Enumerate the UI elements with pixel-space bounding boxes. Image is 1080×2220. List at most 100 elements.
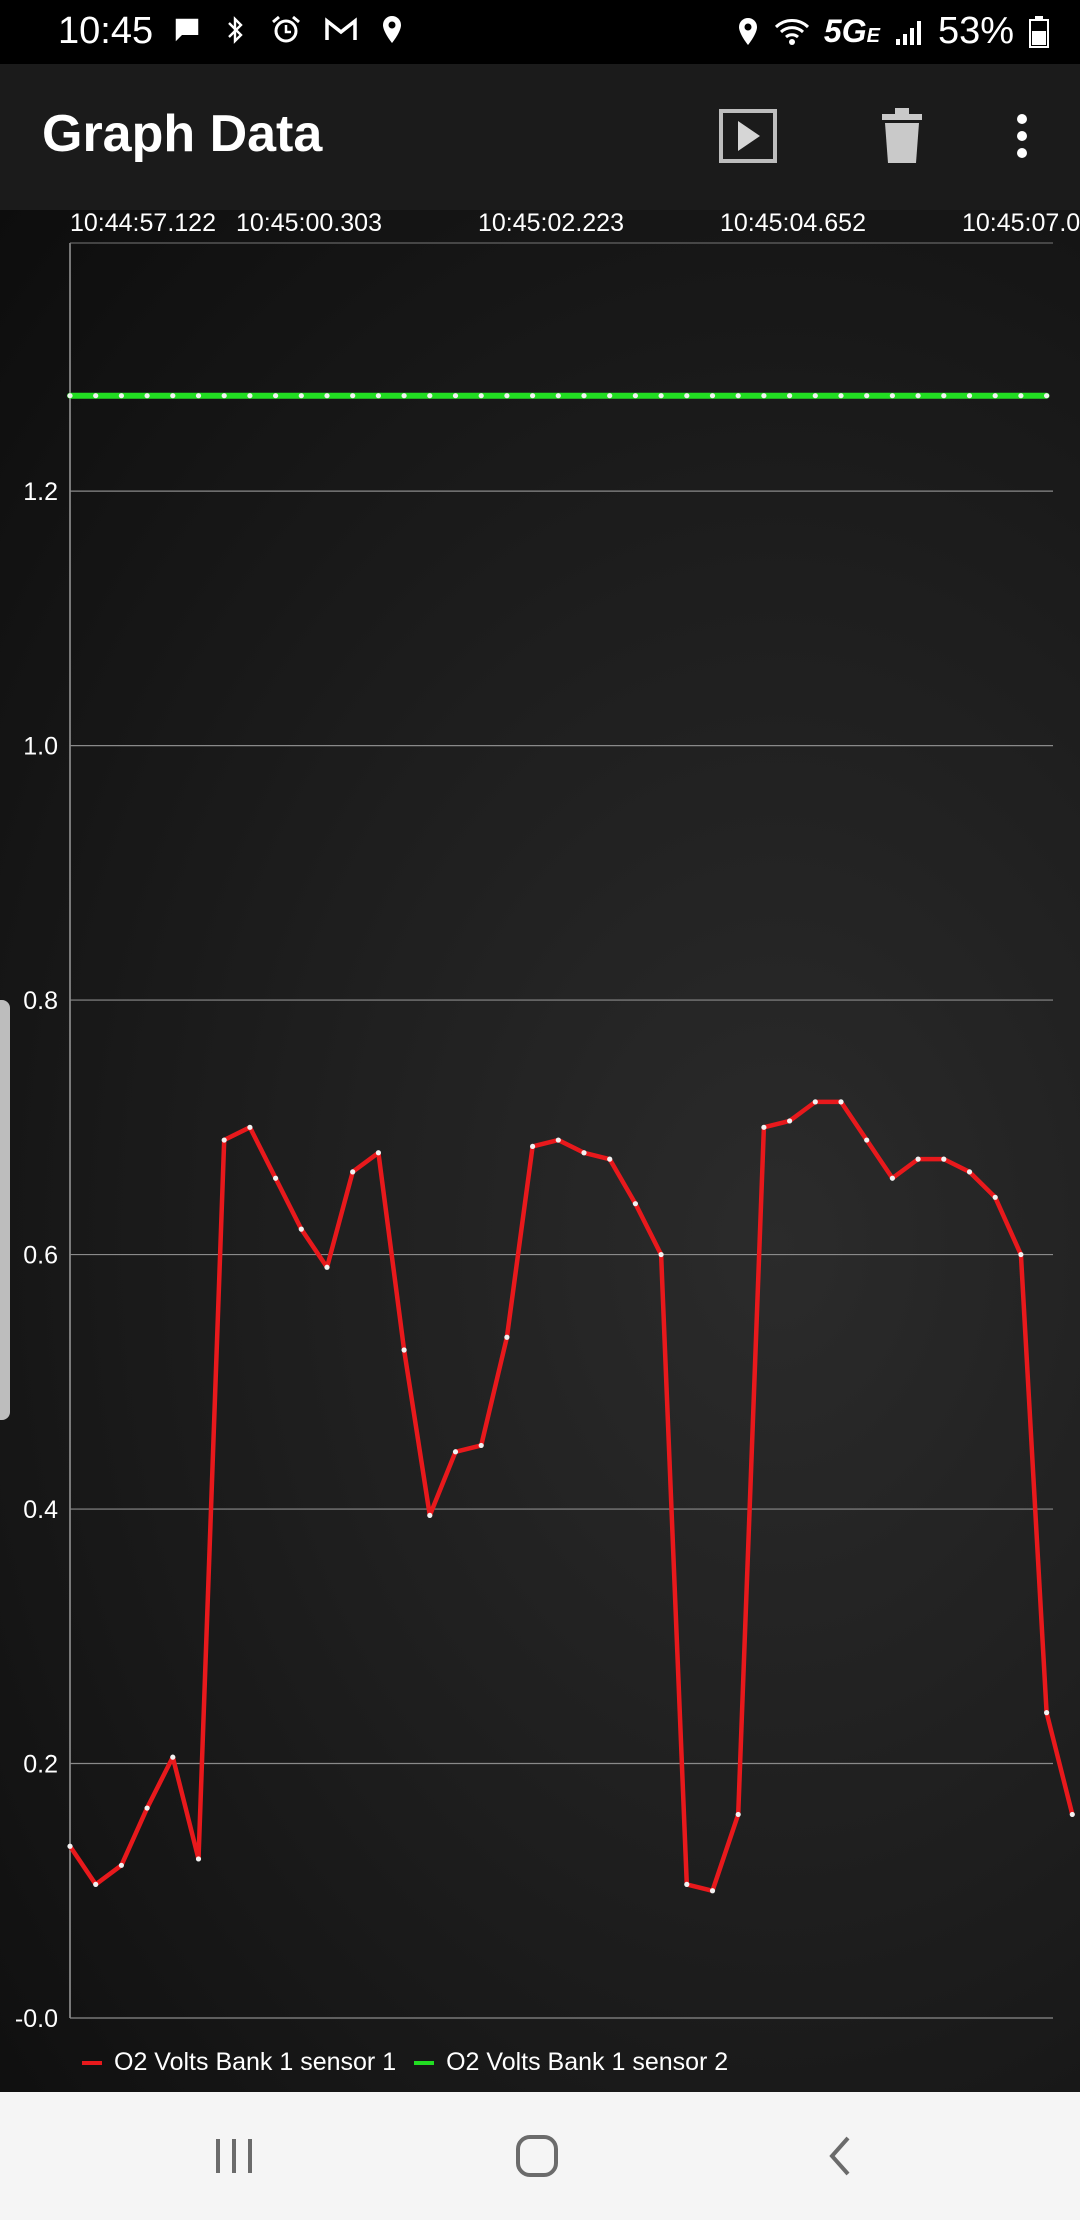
data-point-series-2 xyxy=(530,393,536,399)
location-icon xyxy=(380,14,404,46)
data-point-series-2 xyxy=(478,393,484,399)
delete-button[interactable] xyxy=(866,100,938,172)
data-point-series-1 xyxy=(375,1150,381,1156)
data-point-series-1 xyxy=(581,1150,587,1156)
back-button[interactable] xyxy=(800,2116,880,2196)
data-point-series-2 xyxy=(889,393,896,399)
data-point-series-2 xyxy=(864,393,870,399)
data-point-series-1 xyxy=(761,1124,767,1130)
legend-item-sensor-2: O2 Volts Bank 1 sensor 2 xyxy=(414,2048,728,2077)
data-point-series-2 xyxy=(684,393,690,399)
network-type: 5GE xyxy=(823,13,880,49)
data-point-series-2 xyxy=(452,393,459,399)
status-time: 10:45 xyxy=(58,10,154,52)
data-point-series-2 xyxy=(915,393,921,399)
x-tick-label: 10:45:07.0 xyxy=(962,210,1080,237)
data-point-series-1 xyxy=(530,1143,536,1150)
data-point-series-1 xyxy=(966,1169,973,1175)
data-point-series-2 xyxy=(1018,393,1024,399)
data-point-series-1 xyxy=(1018,1251,1024,1258)
location-icon xyxy=(736,16,760,48)
data-point-series-2 xyxy=(992,393,998,399)
battery-icon xyxy=(1028,15,1050,49)
y-tick-label: 1.2 xyxy=(23,478,58,506)
home-button[interactable] xyxy=(497,2116,577,2196)
navigation-bar xyxy=(0,2092,1080,2220)
play-button[interactable] xyxy=(712,100,784,172)
data-point-series-1 xyxy=(504,1334,510,1340)
recent-apps-button[interactable] xyxy=(194,2116,274,2196)
data-point-series-2 xyxy=(247,393,253,399)
data-point-series-2 xyxy=(427,393,433,399)
data-point-series-2 xyxy=(607,393,613,399)
message-icon xyxy=(172,15,202,45)
y-tick-label: 0.8 xyxy=(23,987,58,1015)
x-tick-label: 10:45:02.223 xyxy=(478,210,624,237)
data-point-series-2 xyxy=(966,393,973,399)
data-point-series-2 xyxy=(838,393,844,399)
overflow-menu-button[interactable] xyxy=(986,100,1058,172)
play-icon xyxy=(719,109,777,163)
data-point-series-1 xyxy=(324,1264,330,1270)
data-point-series-1 xyxy=(93,1881,99,1887)
chart-area[interactable]: 1.2 1.0 0.8 0.6 0.4 0.2 -0.0 10:44:57.122 10:45:… xyxy=(0,210,1080,2092)
data-point-series-1 xyxy=(1044,1710,1050,1716)
data-point-series-1 xyxy=(915,1156,921,1162)
data-point-series-1 xyxy=(67,1843,73,1849)
data-point-series-1 xyxy=(555,1137,561,1143)
data-point-series-1 xyxy=(941,1156,947,1162)
x-tick-label: 10:45:04.652 xyxy=(720,210,866,237)
data-point-series-1 xyxy=(787,1118,793,1124)
data-point-series-1 xyxy=(1069,1811,1075,1818)
y-tick-label: 0.6 xyxy=(23,1242,58,1270)
data-point-series-1 xyxy=(427,1512,433,1519)
data-point-series-1 xyxy=(992,1194,998,1200)
data-point-series-2 xyxy=(581,393,587,399)
x-tick-label: 10:44:57.122 xyxy=(70,210,216,237)
data-point-series-1 xyxy=(478,1442,484,1449)
data-point-series-1 xyxy=(838,1099,844,1105)
data-point-series-2 xyxy=(298,393,304,399)
data-point-series-1 xyxy=(144,1805,150,1811)
side-panel-handle[interactable] xyxy=(0,1000,10,1420)
data-point-series-1 xyxy=(170,1754,176,1760)
data-point-series-2 xyxy=(709,393,716,399)
recent-apps-icon xyxy=(216,2139,252,2173)
bluetooth-icon xyxy=(224,15,248,45)
signal-icon xyxy=(894,17,924,47)
status-bar: 10:45 5GE 53% xyxy=(0,0,1080,64)
series-line-1 xyxy=(67,1099,1075,1894)
y-tick-label: -0.0 xyxy=(15,2005,58,2033)
data-point-series-2 xyxy=(555,393,561,399)
data-point-series-2 xyxy=(658,393,664,399)
legend-swatch-sensor-1 xyxy=(82,2060,102,2065)
data-point-series-1 xyxy=(452,1449,459,1455)
data-point-series-2 xyxy=(375,393,381,399)
data-point-series-1 xyxy=(709,1888,716,1894)
gmail-icon xyxy=(324,16,358,44)
back-icon xyxy=(829,2136,850,2176)
y-tick-label: 1.0 xyxy=(23,733,58,761)
data-point-series-1 xyxy=(889,1175,896,1181)
status-right-icons: 5GE 53% xyxy=(736,10,1050,53)
x-tick-label: 10:45:00.303 xyxy=(236,210,382,237)
data-point-series-1 xyxy=(247,1124,253,1130)
y-tick-label: 0.4 xyxy=(23,1496,58,1524)
data-point-series-2 xyxy=(144,393,150,399)
data-point-series-2 xyxy=(1044,393,1050,399)
battery-percent: 53% xyxy=(937,10,1014,52)
data-point-series-2 xyxy=(273,393,279,399)
data-point-series-1 xyxy=(221,1137,227,1143)
line-chart: 1.2 1.0 0.8 0.6 0.4 0.2 -0.0 10:44:57.122 10:45:… xyxy=(15,210,1080,2033)
app-bar: Graph Data xyxy=(0,64,1080,210)
data-point-series-2 xyxy=(941,393,947,399)
data-point-series-2 xyxy=(93,393,99,399)
data-point-series-1 xyxy=(350,1169,356,1175)
data-point-series-2 xyxy=(170,393,176,399)
wifi-icon xyxy=(774,17,810,47)
data-point-series-1 xyxy=(684,1881,690,1887)
data-point-series-1 xyxy=(607,1156,613,1162)
chart-legend: O2 Volts Bank 1 sensor 1 O2 Volts Bank 1… xyxy=(82,2048,728,2077)
data-point-series-2 xyxy=(350,393,356,399)
data-point-series-1 xyxy=(195,1856,202,1862)
